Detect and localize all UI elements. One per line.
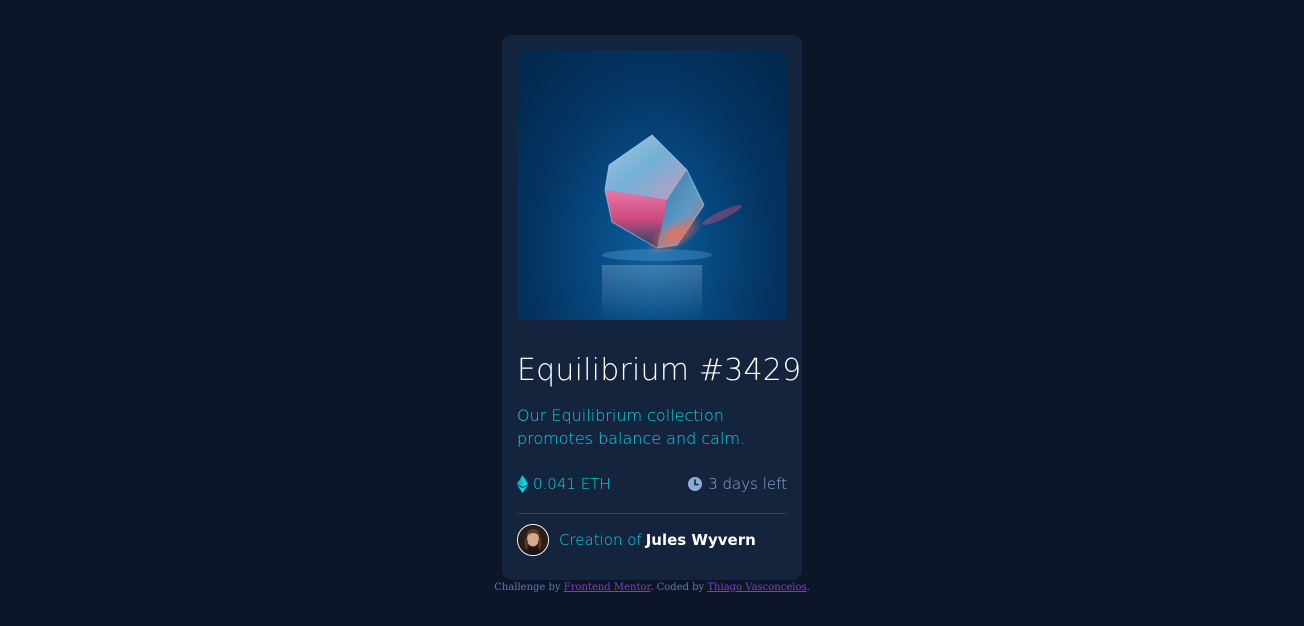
time-left-value: 3 days left [708, 475, 787, 493]
creator-name[interactable]: Jules Wyvern [646, 531, 756, 549]
creator: Creation of Jules Wyvern [517, 524, 756, 556]
card-meta: 0.041 ETH 3 days left [517, 475, 787, 497]
card-description: Our Equilibrium collection promotes bala… [517, 406, 746, 448]
ethereum-icon [517, 475, 528, 493]
frontend-mentor-link[interactable]: Frontend Mentor [564, 582, 650, 593]
author-link[interactable]: Thiago Vasconcelos [707, 582, 806, 593]
price: 0.041 ETH [517, 475, 611, 493]
equilibrium-image[interactable] [517, 50, 787, 320]
creator-prefix: Creation of [559, 531, 642, 549]
attribution-middle: . Coded by [650, 582, 705, 593]
nft-card: Equilibrium #3429 Our Equilibrium collec… [502, 35, 802, 580]
attribution-suffix: . [806, 582, 810, 593]
attribution: Challenge by Frontend Mentor. Coded by T… [0, 582, 1304, 593]
creator-avatar [517, 524, 549, 556]
attribution-prefix: Challenge by [494, 582, 561, 593]
clock-icon [688, 477, 703, 491]
creator-credit: Creation of Jules Wyvern [559, 531, 756, 549]
price-value: 0.041 ETH [533, 475, 611, 493]
divider [517, 513, 787, 514]
time-remaining: 3 days left [688, 475, 787, 493]
card-title[interactable]: Equilibrium #3429 [517, 353, 801, 388]
